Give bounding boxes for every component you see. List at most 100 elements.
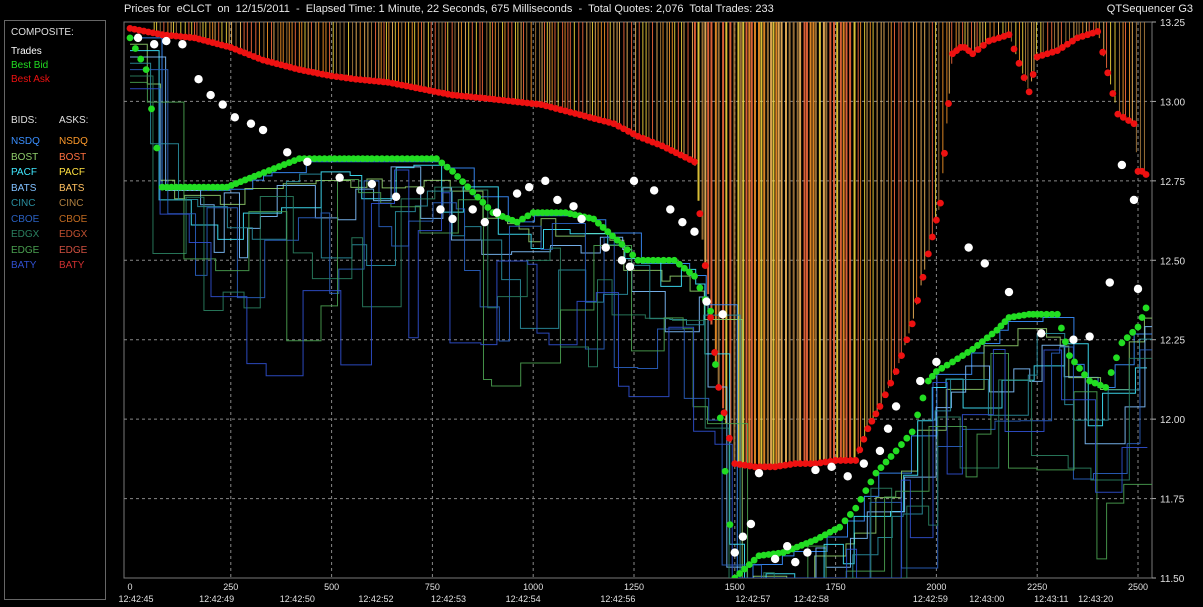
time-label: 12:43:11 bbox=[1034, 594, 1068, 604]
trade-point bbox=[569, 202, 578, 211]
best-bid-point bbox=[126, 34, 134, 42]
trade-point bbox=[1004, 287, 1014, 297]
best-ask-point bbox=[1020, 74, 1028, 81]
best-ask-point bbox=[691, 158, 698, 166]
trade-point bbox=[448, 214, 457, 224]
best-bid-point bbox=[887, 453, 895, 460]
best-ask-point bbox=[892, 368, 900, 375]
time-label: 12:42:56 bbox=[600, 594, 635, 604]
plot-area bbox=[123, 21, 1153, 579]
trade-point bbox=[666, 205, 675, 214]
time-label: 12:42:58 bbox=[794, 594, 829, 604]
best-ask-point bbox=[707, 314, 715, 321]
trade-point bbox=[512, 189, 522, 198]
trade-point bbox=[335, 173, 344, 182]
best-ask-point bbox=[903, 336, 911, 344]
best-ask-point bbox=[933, 216, 940, 224]
x-tick-label: 1500 bbox=[725, 582, 745, 592]
time-label: 12:42:52 bbox=[358, 594, 393, 604]
best-bid-point bbox=[459, 178, 467, 186]
best-ask-point bbox=[980, 41, 987, 49]
trade-point bbox=[416, 186, 425, 195]
best-bid-point bbox=[1118, 339, 1126, 347]
trade-point bbox=[1069, 335, 1078, 344]
trade-point bbox=[746, 519, 756, 529]
trade-point bbox=[480, 217, 490, 227]
best-bid-point bbox=[1057, 324, 1065, 332]
best-bid-point bbox=[1066, 352, 1073, 359]
best-bid-point bbox=[1129, 328, 1137, 336]
y-axis: 13.25 13.00 12.75 12.50 12.25 12.00 11.75 11.50 bbox=[1152, 18, 1185, 585]
x-tick-label: 250 bbox=[223, 582, 238, 592]
trade-point bbox=[678, 217, 687, 227]
trade-point bbox=[625, 262, 635, 271]
best-bid-point bbox=[1123, 334, 1131, 341]
best-bid-point bbox=[716, 414, 724, 422]
y-tick-label: 11.75 bbox=[1160, 495, 1185, 506]
x-axis: 0 250 500 750 1000 1250 1500 1750 2000 2250 2500 12… bbox=[118, 582, 1148, 604]
trade-point bbox=[718, 310, 727, 319]
best-bid-point bbox=[438, 159, 446, 167]
best-bid-point bbox=[1071, 358, 1078, 366]
best-bid-point bbox=[623, 246, 631, 254]
best-bid-point bbox=[131, 45, 139, 52]
time-label: 12:42:50 bbox=[280, 594, 315, 604]
best-ask-point bbox=[715, 383, 723, 391]
y-tick-label: 12.00 bbox=[1160, 415, 1185, 426]
best-ask-point bbox=[945, 100, 952, 107]
trade-point bbox=[391, 192, 401, 201]
best-ask-point bbox=[856, 446, 864, 454]
best-bid-point bbox=[696, 284, 704, 292]
best-bid-point bbox=[846, 511, 854, 518]
trade-point bbox=[791, 557, 800, 567]
best-bid-point bbox=[836, 523, 844, 531]
trade-point bbox=[811, 465, 820, 475]
best-bid-point bbox=[914, 411, 921, 419]
trade-point bbox=[246, 119, 256, 128]
x-tick-label: 1250 bbox=[624, 582, 644, 592]
best-bid-point bbox=[872, 469, 880, 477]
best-bid-point bbox=[877, 464, 885, 471]
best-ask-point bbox=[852, 457, 860, 464]
best-bid-point bbox=[1138, 314, 1146, 321]
best-ask-point bbox=[696, 210, 704, 218]
trade-point bbox=[436, 205, 445, 214]
trade-point bbox=[883, 424, 893, 433]
best-ask-point bbox=[1099, 48, 1107, 56]
best-ask-point bbox=[1029, 71, 1037, 78]
best-ask-point bbox=[864, 425, 872, 433]
trade-point bbox=[194, 74, 203, 84]
best-bid-point bbox=[433, 155, 440, 163]
x-tick-label: 1750 bbox=[826, 582, 846, 592]
best-bid-point bbox=[454, 173, 461, 180]
trade-point bbox=[617, 256, 627, 265]
best-bid-point bbox=[892, 447, 900, 455]
time-label: 12:42:49 bbox=[199, 594, 234, 604]
best-ask-point bbox=[1104, 69, 1112, 77]
trade-point bbox=[1037, 329, 1046, 338]
x-tick-label: 2000 bbox=[926, 582, 946, 592]
best-ask-point bbox=[876, 403, 884, 410]
best-ask-point bbox=[928, 233, 936, 241]
best-ask-point bbox=[711, 349, 719, 356]
best-ask-point bbox=[914, 297, 921, 304]
trade-point bbox=[303, 157, 312, 166]
trade-point bbox=[1105, 278, 1114, 287]
best-ask-point bbox=[1094, 28, 1102, 35]
best-ask-point bbox=[1130, 120, 1138, 128]
trade-point bbox=[803, 548, 812, 557]
trade-point bbox=[1085, 332, 1094, 341]
trade-point bbox=[875, 446, 885, 456]
x-tick-label: 0 bbox=[127, 582, 132, 592]
best-bid-point bbox=[898, 441, 905, 448]
best-ask-point bbox=[701, 262, 709, 269]
best-bid-point bbox=[469, 188, 477, 196]
best-bid-point bbox=[464, 183, 472, 191]
x-tick-label: 2500 bbox=[1128, 582, 1148, 592]
best-bid-point bbox=[1102, 383, 1110, 391]
best-bid-point bbox=[882, 458, 890, 466]
x-tick-label: 1000 bbox=[523, 582, 543, 592]
time-label: 12:42:53 bbox=[431, 594, 466, 604]
best-bid-point bbox=[1142, 304, 1150, 312]
best-bid-point bbox=[919, 394, 927, 402]
